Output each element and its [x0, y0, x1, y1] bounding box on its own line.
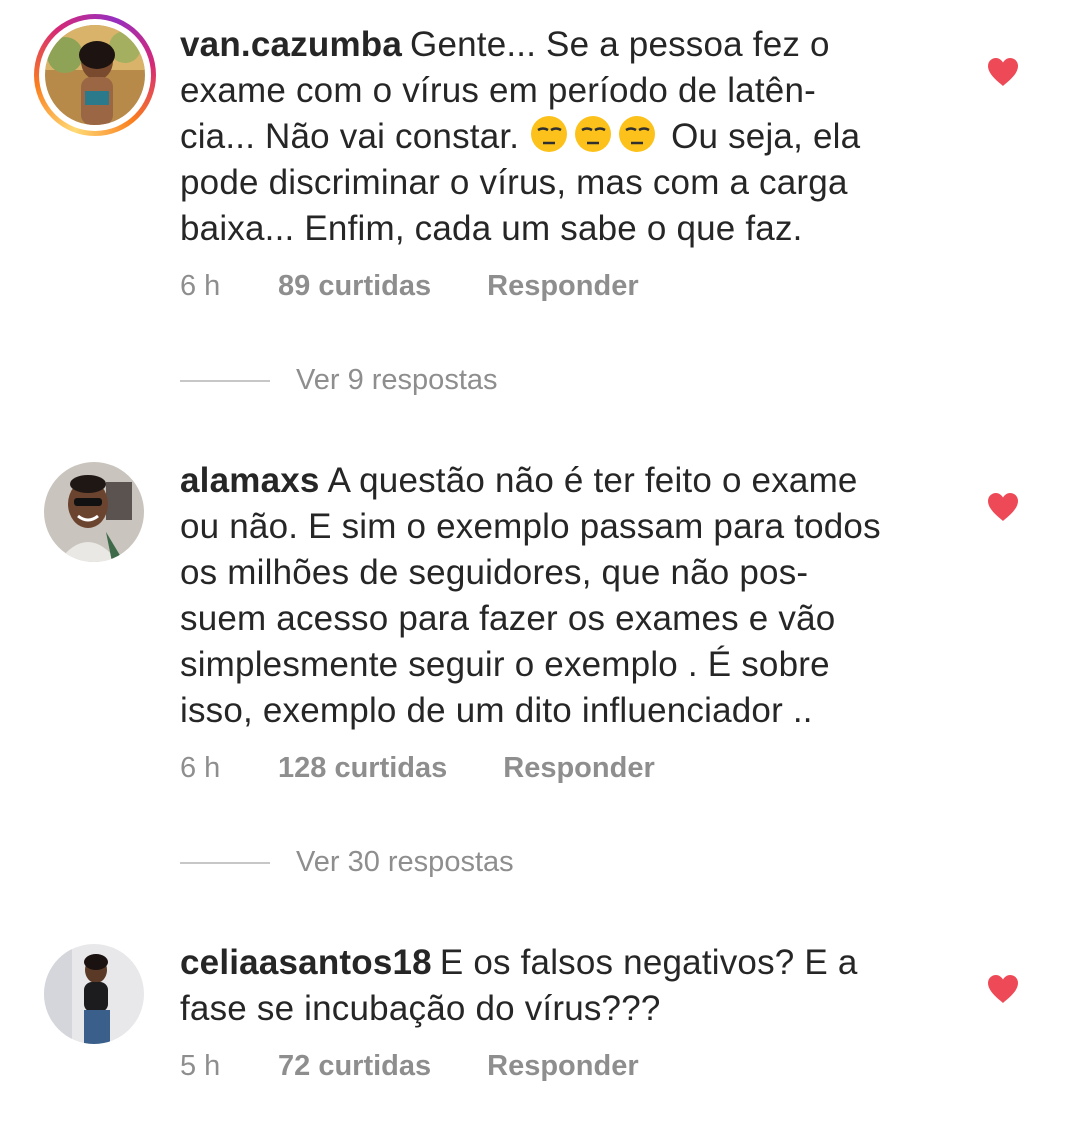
divider — [180, 862, 270, 865]
comment-time: 6 h — [180, 270, 221, 302]
comment-text: suem acesso para fazer os exames e vão — [180, 599, 836, 638]
unamused-face-icon — [531, 116, 568, 152]
comment-text: E os falsos negativos? E a — [439, 943, 858, 982]
reply-button[interactable]: Responder — [487, 1050, 638, 1083]
comment-time: 6 h — [180, 752, 221, 784]
comment-username[interactable]: celiaasantos18 — [180, 943, 432, 982]
avatar[interactable] — [44, 462, 144, 562]
likes-count[interactable]: 89 curtidas — [278, 270, 431, 303]
reply-button[interactable]: Responder — [503, 752, 654, 785]
comment-text: baixa... Enfim, cada um sabe o que faz. — [180, 209, 803, 248]
comment-username[interactable]: alamaxs — [180, 461, 320, 500]
comment-time: 5 h — [180, 1050, 221, 1082]
divider — [180, 380, 270, 383]
comment-text: A questão não é ter feito o exame — [327, 461, 858, 500]
comment-text: pode discriminar o vírus, mas com a carg… — [180, 163, 848, 202]
view-replies-button[interactable]: Ver 9 respostas — [180, 364, 498, 397]
comment-meta: 5 h 72 curtidas Responder — [180, 1050, 639, 1083]
view-replies-button[interactable]: Ver 30 respostas — [180, 846, 514, 879]
comment-text: Gente... Se a pessoa fez o — [410, 25, 830, 64]
view-replies-label: Ver 9 respostas — [296, 364, 498, 396]
comment-text: simplesmente seguir o exemplo . É sobre — [180, 645, 830, 684]
avatar[interactable] — [45, 25, 145, 125]
comment-text: Ou seja, ela — [671, 117, 861, 156]
unamused-face-icon — [619, 116, 656, 152]
heart-icon[interactable] — [986, 973, 1020, 1005]
comment-meta: 6 h 89 curtidas Responder — [180, 270, 639, 303]
story-ring[interactable] — [34, 14, 156, 136]
comment-text: ou não. E sim o exemplo passam para todo… — [180, 507, 881, 546]
comment-text: cia... Não vai constar. — [180, 117, 520, 156]
view-replies-label: Ver 30 respostas — [296, 846, 514, 878]
heart-icon[interactable] — [986, 491, 1020, 523]
unamused-face-icon — [575, 116, 612, 152]
comment-text: exame com o vírus em período de latên- — [180, 71, 816, 110]
likes-count[interactable]: 72 curtidas — [278, 1050, 431, 1083]
comment-text: os milhões de seguidores, que não pos- — [180, 553, 809, 592]
comment-text: fase se incubação do vírus??? — [180, 989, 661, 1028]
avatar[interactable] — [44, 944, 144, 1044]
comment-text: isso, exemplo de um dito influenciador .… — [180, 691, 813, 730]
heart-icon[interactable] — [986, 56, 1020, 88]
reply-button[interactable]: Responder — [487, 270, 638, 303]
comment-meta: 6 h 128 curtidas Responder — [180, 752, 655, 785]
likes-count[interactable]: 128 curtidas — [278, 752, 447, 785]
comment-username[interactable]: van.cazumba — [180, 25, 402, 64]
